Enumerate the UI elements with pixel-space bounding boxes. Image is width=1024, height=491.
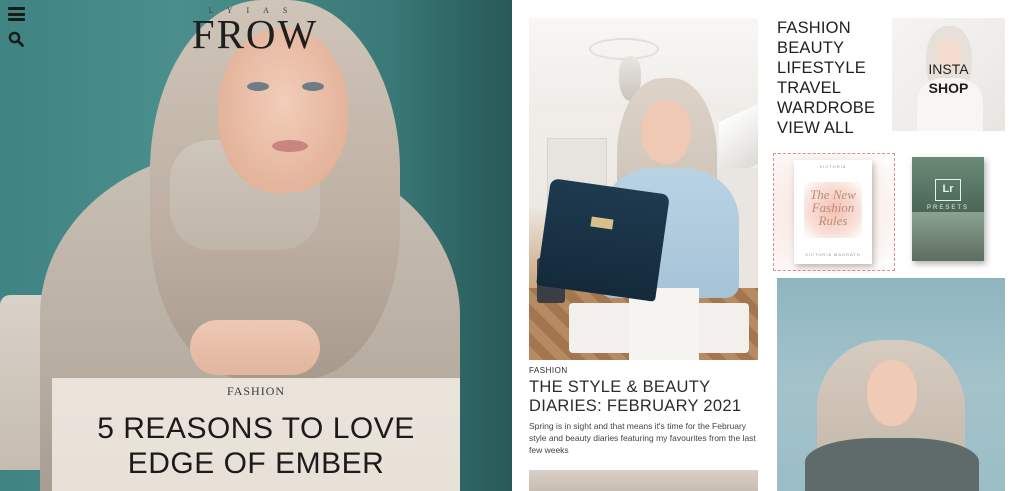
book-title: The New Fashion Rules	[800, 188, 866, 227]
sidebar-portrait-photo[interactable]	[777, 278, 1005, 491]
lightroom-presets-box[interactable]: Lr PRESETS	[912, 157, 984, 261]
hero-title-line-2[interactable]: EDGE OF EMBER	[52, 446, 460, 481]
menu-bar	[8, 7, 25, 10]
next-post-thumbnail[interactable]	[529, 470, 758, 491]
model-face	[641, 100, 691, 164]
post-title[interactable]: THE STYLE & BEAUTY DIARIES: FEBRUARY 202…	[529, 378, 759, 416]
category-link-travel[interactable]: TRAVEL	[777, 78, 892, 98]
book-promo-banner[interactable]: VICTORIA The New Fashion Rules VICTORIA …	[773, 153, 895, 271]
post-title-line-1[interactable]: THE STYLE & BEAUTY	[529, 378, 759, 397]
navy-handbag	[536, 178, 670, 302]
hero-eye-right	[302, 82, 324, 91]
menu-bar	[8, 18, 25, 21]
hero-section[interactable]: LYIAS FROW FASHION 5 REASONS TO LOVE EDG…	[0, 0, 512, 491]
post-category-label[interactable]: FASHION	[529, 366, 568, 375]
hero-title-line-1[interactable]: 5 REASONS TO LOVE	[52, 411, 460, 446]
category-nav: FASHION BEAUTY LIFESTYLE TRAVEL WARDROBE…	[777, 18, 892, 138]
insta-shop-tile[interactable]: INSTA SHOP	[892, 18, 1005, 131]
post-excerpt: Spring is in sight and that means it's t…	[529, 421, 756, 455]
insta-label-line-2: SHOP	[928, 80, 969, 96]
lightroom-icon: Lr	[935, 179, 961, 201]
category-link-beauty[interactable]: BEAUTY	[777, 38, 892, 58]
presets-label: PRESETS	[926, 205, 969, 211]
menu-bar	[8, 12, 25, 16]
hero-hand	[190, 320, 320, 375]
search-icon-glyph	[8, 31, 24, 47]
presets-water-scene	[912, 212, 984, 261]
insta-label-line-1: INSTA	[928, 61, 969, 77]
site-logo[interactable]: LYIAS FROW	[185, 6, 325, 57]
portrait-dark-top	[805, 438, 979, 491]
book-author: VICTORIA MAGRATH	[805, 252, 861, 257]
portrait-face	[867, 360, 917, 426]
hamburger-menu-icon[interactable]	[8, 7, 25, 21]
logo-main-text: FROW	[191, 11, 319, 57]
post-title-line-2[interactable]: DIARIES: FEBRUARY 2021	[529, 397, 759, 416]
hero-caption-card[interactable]: FASHION 5 REASONS TO LOVE EDGE OF EMBER	[52, 378, 460, 491]
fashion-rules-book: VICTORIA The New Fashion Rules VICTORIA …	[794, 160, 872, 264]
hero-eye-left	[247, 82, 269, 91]
hero-category-label[interactable]: FASHION	[52, 384, 460, 399]
category-link-fashion[interactable]: FASHION	[777, 18, 892, 38]
hero-lips	[272, 140, 308, 152]
category-link-lifestyle[interactable]: LIFESTYLE	[777, 58, 892, 78]
insta-shop-label: INSTA SHOP	[892, 60, 1005, 98]
category-link-wardrobe[interactable]: WARDROBE	[777, 98, 892, 118]
category-link-view-all[interactable]: VIEW ALL	[777, 118, 892, 138]
search-icon[interactable]	[8, 31, 24, 47]
book-publisher: VICTORIA	[819, 164, 847, 169]
book-title-line-3: Rules	[818, 213, 848, 228]
post-featured-image[interactable]	[529, 18, 758, 360]
